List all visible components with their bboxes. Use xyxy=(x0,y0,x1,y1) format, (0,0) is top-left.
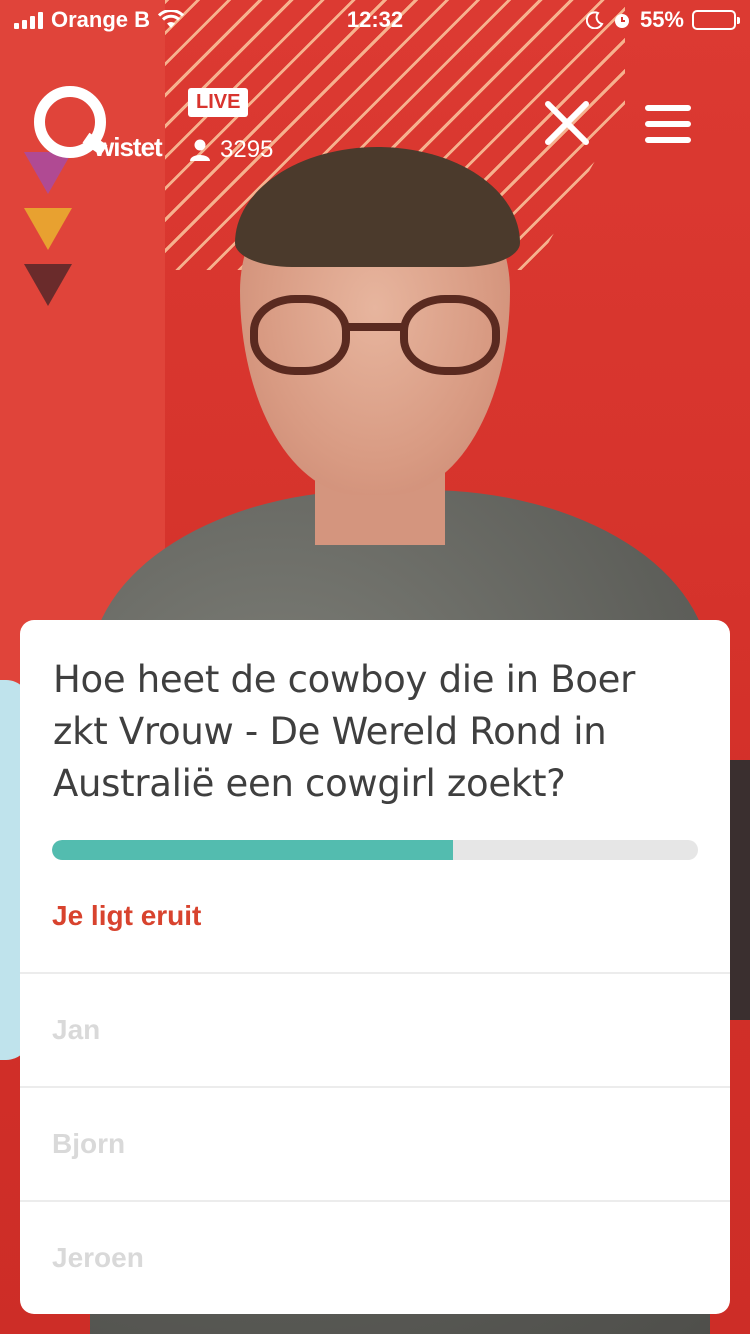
carrier-name: Orange B xyxy=(51,7,151,32)
person-icon xyxy=(190,139,210,161)
battery-icon xyxy=(692,10,740,30)
close-icon xyxy=(545,101,589,145)
triangle-decoration xyxy=(24,264,72,306)
status-bar: Orange B 12:32 55% xyxy=(0,0,750,40)
close-button[interactable] xyxy=(542,98,592,148)
wifi-icon xyxy=(158,10,185,28)
answer-option-3[interactable]: Jeroen xyxy=(20,1200,730,1314)
host-hair xyxy=(235,147,520,267)
alarm-icon xyxy=(614,14,629,28)
timer-progress-bar xyxy=(52,840,698,860)
timer-progress-fill xyxy=(52,840,453,860)
qwistet-logo: wistet xyxy=(34,86,164,162)
triangle-decoration xyxy=(24,208,72,250)
answer-option-1[interactable]: Jan xyxy=(20,972,730,1086)
battery-percent: 55% xyxy=(639,7,684,32)
logo-wordmark: wistet xyxy=(94,132,163,162)
live-badge: LIVE xyxy=(188,88,249,117)
viewer-count: 3295 xyxy=(188,136,273,164)
answer-list: Jan Bjorn Jeroen xyxy=(20,972,730,1314)
menu-icon xyxy=(645,105,691,143)
host-glasses xyxy=(250,295,510,385)
menu-button[interactable] xyxy=(644,104,692,144)
question-text: Hoe heet de cowboy die in Boer zkt Vrouw… xyxy=(53,658,636,805)
signal-icon xyxy=(14,11,43,29)
question-card: Hoe heet de cowboy die in Boer zkt Vrouw… xyxy=(20,620,730,1314)
viewer-count-value: 3295 xyxy=(220,136,274,163)
moon-icon xyxy=(585,11,604,29)
answer-option-2[interactable]: Bjorn xyxy=(20,1086,730,1200)
elimination-status: Je ligt eruit xyxy=(52,900,202,931)
